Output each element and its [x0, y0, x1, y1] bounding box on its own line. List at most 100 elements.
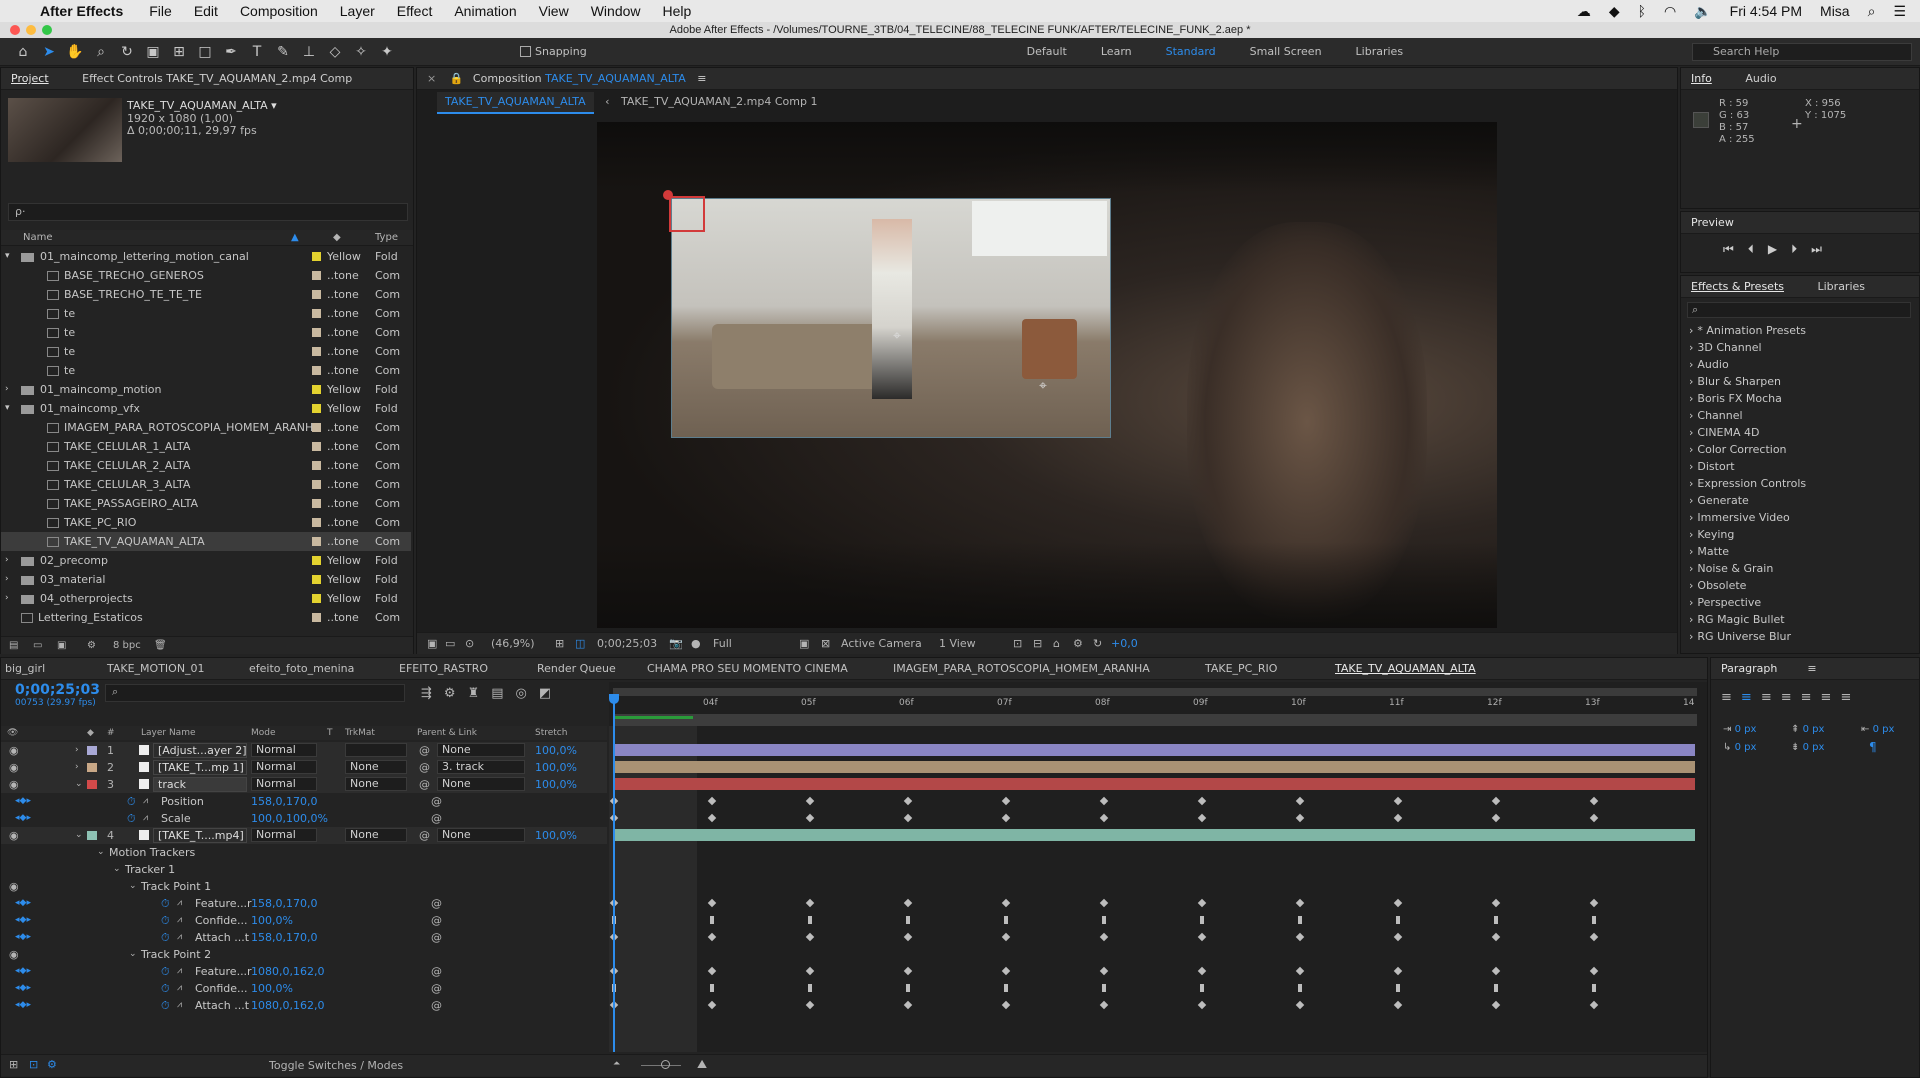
col-stretch[interactable]: Stretch [535, 726, 567, 740]
magnification-dropdown[interactable]: (46,9%) [491, 633, 535, 655]
project-item-row[interactable]: te ..tone Com [1, 323, 411, 342]
keyframe[interactable] [903, 796, 913, 806]
layer-duration-bar[interactable] [613, 761, 1695, 773]
zoom-slider-handle[interactable] [661, 1060, 670, 1069]
keyframe[interactable] [1200, 984, 1204, 992]
chevron-down-icon[interactable]: ⌄ [113, 861, 121, 878]
stretch-value[interactable]: 100,0% [535, 759, 577, 776]
stopwatch-icon[interactable]: ⏱ [161, 895, 170, 912]
clone-stamp-tool-icon[interactable]: ⊥ [296, 44, 322, 60]
chevron-right-icon[interactable]: › [75, 742, 79, 759]
keyframe[interactable] [1001, 796, 1011, 806]
first-frame-icon[interactable]: ⏮ [1723, 242, 1748, 256]
menu-window[interactable]: Window [591, 3, 641, 19]
label-swatch[interactable] [312, 366, 321, 375]
keyframe[interactable] [1099, 966, 1109, 976]
expression-pickwhip-icon[interactable]: @ [431, 963, 442, 980]
track-point-1-handle[interactable] [663, 190, 673, 200]
pickwhip-icon[interactable]: @ [419, 742, 430, 759]
delete-icon[interactable]: 🗑 [154, 637, 167, 655]
time-navigator[interactable] [613, 714, 1697, 726]
home-icon[interactable]: ⌂ [10, 44, 36, 60]
pen-tool-icon[interactable]: ✒ [218, 44, 244, 60]
project-item-row[interactable]: te ..tone Com [1, 361, 411, 380]
property-row[interactable]: ◂◆▸ ⏱ ⩘ Feature...r 1080,0,162,0 @ [1, 963, 607, 980]
pan-behind-tool-icon[interactable]: ⊞ [166, 44, 192, 60]
keyframe[interactable] [1099, 813, 1109, 823]
graph-icon[interactable]: ⩘ [143, 793, 148, 810]
sort-ascending-icon[interactable]: ▲ [291, 230, 299, 246]
zoom-window-button[interactable] [42, 25, 52, 35]
layer-duration-bar[interactable] [613, 744, 1695, 756]
keyframe[interactable] [1099, 796, 1109, 806]
effects-category[interactable]: › Channel [1689, 409, 1743, 422]
chevron-down-icon[interactable]: ⌄ [129, 878, 137, 895]
layer-mode-dropdown[interactable]: Normal [251, 743, 317, 757]
eraser-tool-icon[interactable]: ◇ [322, 44, 348, 60]
chevron-right-icon[interactable]: › [5, 380, 9, 399]
keyframe[interactable] [1200, 916, 1204, 924]
align-left-icon[interactable]: ≡ [1721, 690, 1741, 705]
wifi-icon[interactable]: ◠ [1664, 3, 1676, 20]
timeline-layer-row[interactable]: ◉ ⌄ 4 [TAKE_T....mp4] Normal None @ None 100,0% [1, 827, 607, 844]
timeline-tab[interactable]: efeito_foto_menina [249, 658, 354, 679]
menu-view[interactable]: View [539, 3, 569, 19]
keyframe[interactable] [710, 916, 714, 924]
keyframe[interactable] [1592, 916, 1596, 924]
spotlight-icon[interactable]: ⌕ [1868, 3, 1876, 20]
in-out-icon[interactable]: ⚙ [47, 1058, 57, 1071]
chevron-down-icon[interactable]: ▾ [5, 247, 10, 266]
keyframe[interactable] [1004, 916, 1008, 924]
label-swatch[interactable] [312, 556, 321, 565]
keyframe[interactable] [1298, 916, 1302, 924]
label-swatch[interactable] [312, 309, 321, 318]
menu-composition[interactable]: Composition [240, 3, 318, 19]
graph-icon[interactable]: ⩘ [177, 912, 182, 929]
motion-blur-icon[interactable]: ◎ [516, 686, 539, 701]
keyframe[interactable] [1295, 813, 1305, 823]
justify-left-icon[interactable]: ≡ [1781, 690, 1801, 705]
keyframe[interactable] [707, 813, 717, 823]
stopwatch-icon[interactable]: ⏱ [161, 980, 170, 997]
keyframe[interactable] [1298, 984, 1302, 992]
label-swatch[interactable] [312, 252, 321, 261]
align-center-icon[interactable]: ≡ [1741, 690, 1761, 705]
project-search-input[interactable]: ρ· [8, 203, 408, 221]
keyframe[interactable] [1393, 813, 1403, 823]
panel-menu-icon[interactable]: ≡ [697, 72, 706, 85]
effects-category[interactable]: › Obsolete [1689, 579, 1746, 592]
effects-category[interactable]: › Generate [1689, 494, 1749, 507]
graph-icon[interactable]: ⩘ [177, 997, 182, 1014]
prev-frame-icon[interactable]: ⏴ [1748, 242, 1768, 256]
keyframe[interactable] [805, 966, 815, 976]
project-folder-row[interactable]: › 01_maincomp_motion Yellow Fold [1, 380, 411, 399]
menu-file[interactable]: File [149, 3, 172, 19]
keyframe[interactable] [1589, 1000, 1599, 1010]
timeline-tab-active[interactable]: TAKE_TV_AQUAMAN_ALTA [1335, 658, 1476, 679]
keyframe[interactable] [1001, 813, 1011, 823]
keyframe[interactable] [1295, 966, 1305, 976]
keyframe[interactable] [1295, 1000, 1305, 1010]
zoom-in-icon[interactable]: ⛰ [697, 1057, 707, 1072]
keyframe[interactable] [1396, 984, 1400, 992]
search-help-input[interactable]: Search Help [1692, 42, 1912, 61]
keyframe[interactable] [1102, 916, 1106, 924]
layer-label-swatch[interactable] [87, 831, 97, 840]
effects-category[interactable]: › 3D Channel [1689, 341, 1762, 354]
eye-icon[interactable]: ◉ [9, 878, 19, 895]
keyframe-navigator-icon[interactable]: ◂◆▸ [15, 929, 31, 946]
effects-category[interactable]: › RG Universe Blur [1689, 630, 1791, 643]
property-row[interactable]: ◂◆▸ ⏱ ⩘ Attach ...t 1080,0,162,0 @ [1, 997, 607, 1014]
stretch-value[interactable]: 100,0% [535, 776, 577, 793]
toggle-pixel-aspect-icon[interactable]: ⊡ [1013, 633, 1022, 655]
eye-icon[interactable]: ◉ [9, 742, 19, 759]
project-folder-row[interactable]: ▾ 01_maincomp_lettering_motion_canal Yello… [1, 247, 411, 266]
keyframe[interactable] [707, 932, 717, 942]
graph-icon[interactable]: ⩘ [177, 963, 182, 980]
keyframe[interactable] [906, 916, 910, 924]
label-swatch[interactable] [312, 423, 321, 432]
property-group-row[interactable]: ⌄ Tracker 1 [1, 861, 607, 878]
keyframe[interactable] [1197, 796, 1207, 806]
timeline-layer-row[interactable]: ◉ › 2 [TAKE_T...mp 1] Normal None @3. track 100… [1, 759, 607, 776]
transparency-toggle-icon[interactable]: ⊠ [821, 633, 830, 655]
